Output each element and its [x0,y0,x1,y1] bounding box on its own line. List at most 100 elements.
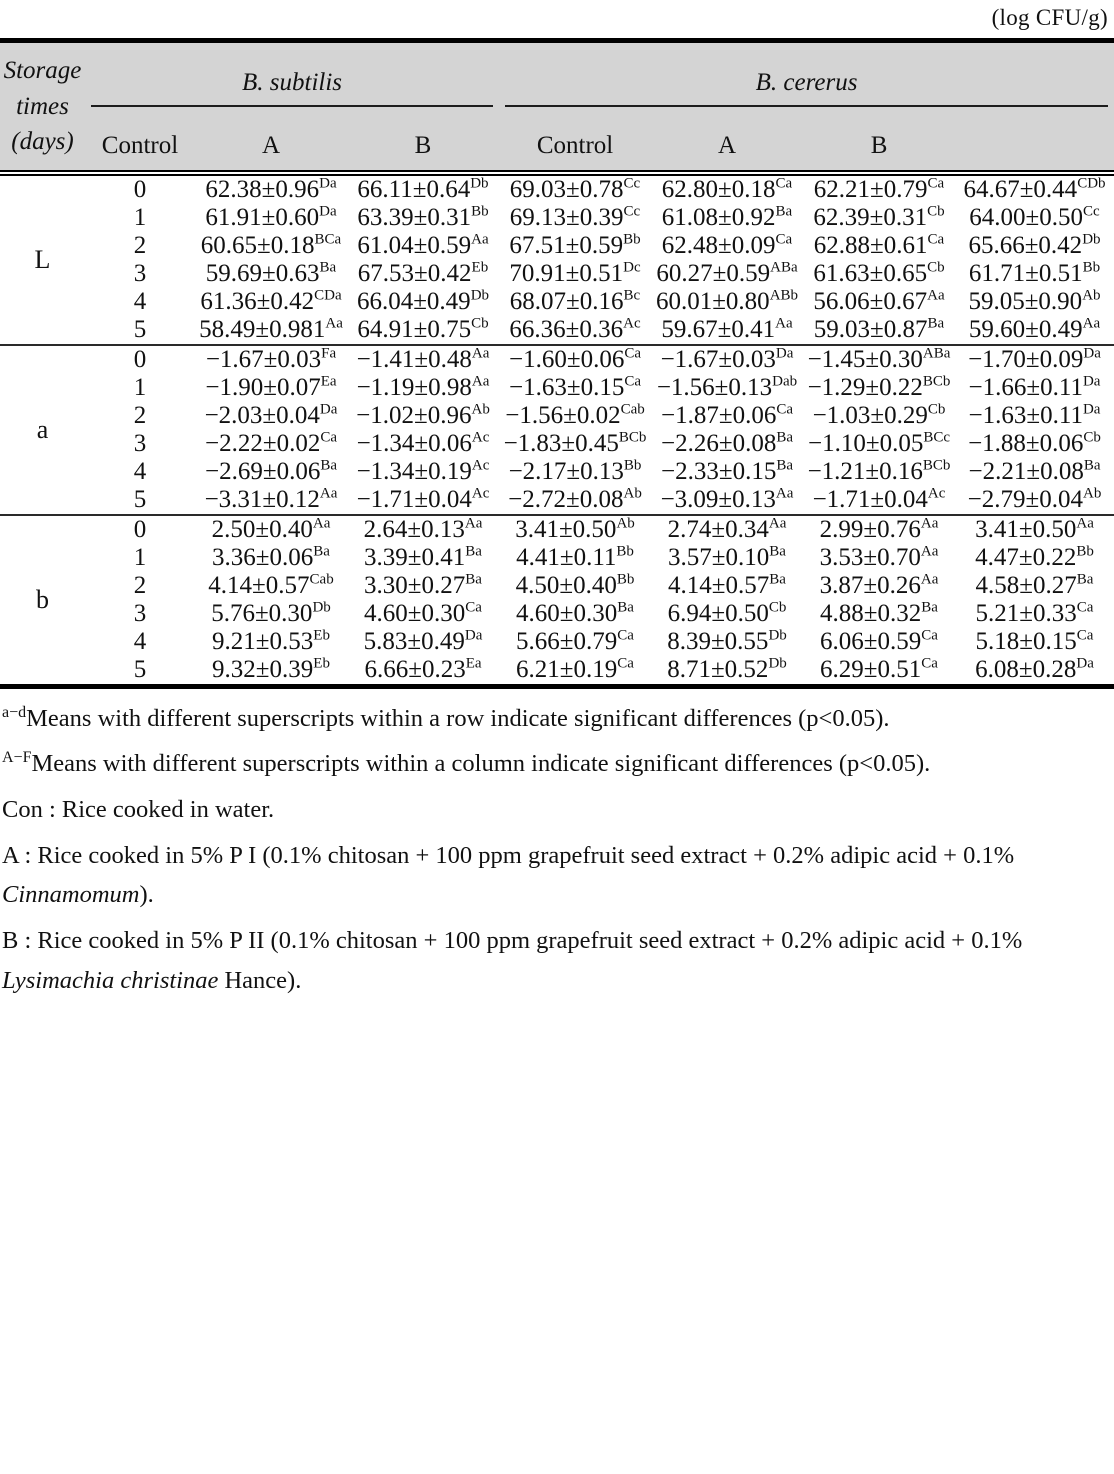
section-label-L: L [34,244,51,274]
value-cell: −2.21±0.08Ba [955,458,1114,486]
table-row: 4 61.36±0.42CDa 66.04±0.49Db 68.07±0.16Bc 60… [0,288,1114,316]
value-mean-sd: 6.66±0.23 [364,655,466,683]
value-superscript: Db [768,627,787,644]
value-superscript: Ca [927,231,945,248]
value-mean-sd: 3.41±0.50 [975,515,1077,543]
value-superscript: Ba [927,315,945,332]
value-mean-sd: 4.58±0.27 [975,571,1077,599]
value-superscript: Ca [617,627,634,644]
footnote-text: Con : Rice cooked in water. [2,795,275,823]
value-superscript: Aa [1082,315,1101,332]
value-superscript: Cb [1083,429,1101,446]
footnote-text: A : Rice cooked in 5% P I (0.1% chitosan… [2,841,1015,909]
value-mean-sd: 4.60±0.30 [364,599,466,627]
value-cell: −1.66±0.11Da [955,374,1114,402]
value-mean-sd: 4.14±0.57 [208,571,310,599]
value-superscript: Ba [776,429,793,446]
value-cell: 5.83±0.49Da [347,628,499,656]
value-mean-sd: −2.21±0.08 [968,457,1084,485]
value-superscript: Ba [465,571,482,588]
value-cell: 6.08±0.28Da [955,656,1114,684]
value-superscript: Ba [769,543,786,560]
value-cell: −3.09±0.13Aa [651,486,803,514]
value-mean-sd: 67.51±0.59 [509,231,624,259]
value-superscript: BCb [618,429,647,446]
value-superscript: Ac [471,429,490,446]
storage-day-cell: 4 [133,457,147,485]
value-superscript: Ca [1076,599,1094,616]
value-cell: 61.91±0.60Da [195,204,347,232]
value-mean-sd: 65.66±0.42 [968,231,1083,259]
value-mean-sd: −1.88±0.06 [968,429,1084,457]
value-cell: 8.71±0.52Db [651,656,803,684]
value-mean-sd: 64.91±0.75 [357,315,472,343]
value-mean-sd: −1.63±0.15 [509,373,625,401]
value-cell: −1.67±0.03Fa [195,346,347,374]
value-superscript: Bb [1076,543,1094,560]
value-mean-sd: 4.60±0.30 [516,599,618,627]
value-cell: 64.00±0.50Cc [955,204,1114,232]
value-mean-sd: 5.66±0.79 [516,627,618,655]
value-mean-sd: 4.41±0.11 [516,543,617,571]
value-superscript: Cb [927,203,945,220]
header-storage-cell: Storage times (days) [0,43,85,170]
value-superscript: Cab [309,571,334,588]
footnote-text: Means with different superscripts within… [31,750,931,778]
value-cell: −1.10±0.05BCc [803,430,955,458]
value-mean-sd: 62.48±0.09 [661,231,776,259]
value-cell: −1.88±0.06Cb [955,430,1114,458]
table-row: a 0 −1.67±0.03Fa −1.41±0.48Aa −1.60±0.06Ca −1… [0,345,1114,444]
value-superscript: Eb [313,627,330,644]
storage-day-cell: 0 [133,345,147,373]
value-mean-sd: 62.38±0.96 [205,175,320,203]
value-mean-sd: −2.22±0.02 [205,429,321,457]
value-cell: 60.65±0.18BCa [195,232,347,260]
value-cell: 67.51±0.59Bb [499,232,651,260]
header-subcol-subtilis-b: B [414,132,432,160]
table-row: 1 61.91±0.60Da 63.39±0.31Bb 69.13±0.39Cc 61.… [0,204,1114,232]
value-mean-sd: 8.39±0.55 [667,627,769,655]
value-superscript: Bb [471,203,489,220]
value-cell: 64.91±0.75Cb [347,316,499,344]
value-superscript: Ab [616,515,635,532]
value-mean-sd: −1.90±0.07 [205,373,321,401]
header-subcol-subtilis-a: A [261,132,281,160]
value-cell: 59.03±0.87Ba [803,316,955,344]
value-mean-sd: −2.72±0.08 [508,485,624,513]
header-group-rule-right [505,104,1109,107]
value-mean-sd: −1.02±0.96 [356,401,472,429]
value-superscript: Da [319,175,337,192]
value-cell: 59.05±0.90Ab [955,288,1114,316]
value-cell: −1.63±0.15Ca [499,374,651,402]
value-mean-sd: −1.56±0.13 [656,373,773,401]
value-mean-sd: 62.80±0.18 [661,175,776,203]
value-superscript: Ca [320,429,337,446]
value-cell: −1.21±0.16BCb [803,458,955,486]
value-mean-sd: 61.36±0.42 [200,287,315,315]
table-row: 5 58.49±0.981Aa 64.91±0.75Cb 66.36±0.36Ac 59… [0,316,1114,344]
value-cell: −1.34±0.06Ac [347,430,499,458]
value-cell: 2.99±0.76Aa [803,516,955,544]
value-superscript: Eb [313,655,330,672]
value-cell: 59.60±0.49Aa [955,316,1114,344]
value-superscript: Ca [775,175,793,192]
value-cell: −2.69±0.06Ba [195,458,347,486]
value-cell: 68.07±0.16Bc [499,288,651,316]
value-superscript: Da [775,345,794,362]
value-mean-sd: −1.10±0.05 [808,429,924,457]
value-mean-sd: −1.67±0.03 [660,345,776,373]
value-cell: −1.19±0.98Aa [347,374,499,402]
value-cell: −1.87±0.06Ca [651,402,803,430]
value-cell: −1.67±0.03Da [651,346,803,374]
value-cell: −1.70±0.09Da [955,346,1114,374]
value-mean-sd: 9.32±0.39 [212,655,314,683]
storage-day-cell: 4 [133,287,147,315]
value-superscript: BCb [922,373,951,390]
value-mean-sd: 2.50±0.40 [211,515,313,543]
value-cell: 62.80±0.18Ca [651,176,803,204]
footnote-species-name: Lysimachia christinae [2,966,219,994]
header-subcol-cererus-b: B [870,132,888,160]
value-cell: 62.38±0.96Da [195,176,347,204]
value-cell: 4.58±0.27Ba [955,572,1114,600]
value-superscript: Cc [623,175,641,192]
